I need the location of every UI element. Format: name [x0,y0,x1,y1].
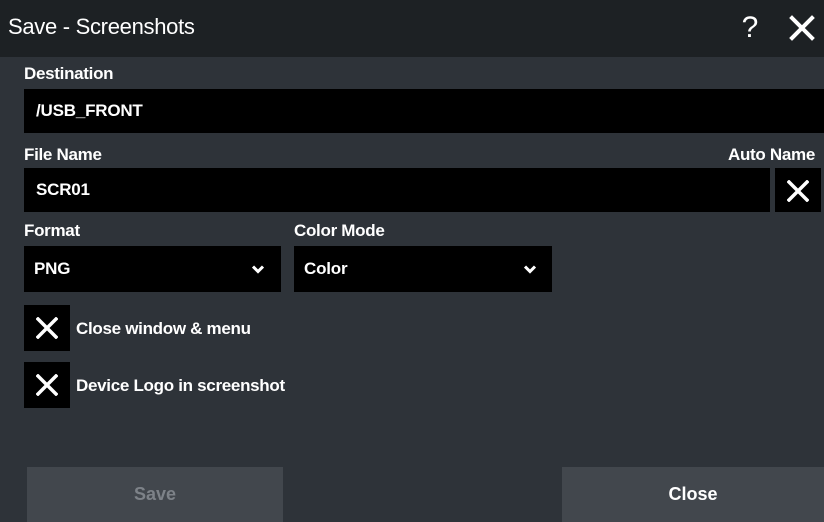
checkmark-x-icon [787,180,809,202]
auto-name-checkbox[interactable] [775,168,821,212]
color-mode-label: Color Mode [294,221,385,240]
format-selected-value: PNG [34,259,71,278]
close-dialog-button[interactable] [784,10,820,46]
save-button[interactable]: Save [27,467,283,522]
checkmark-x-icon [36,374,58,396]
close-window-checkbox[interactable] [24,305,70,351]
help-button[interactable]: ? [736,10,764,46]
format-label: Format [24,221,80,240]
close-window-label: Close window & menu [76,319,251,338]
chevron-down-icon [524,265,536,274]
color-mode-select[interactable]: Color [294,246,552,292]
close-icon [789,15,815,41]
format-select[interactable]: PNG [24,246,281,292]
chevron-down-icon [252,265,264,274]
checkmark-x-icon [36,317,58,339]
close-button[interactable]: Close [562,467,824,522]
destination-label: Destination [24,64,114,83]
device-logo-label: Device Logo in screenshot [76,376,285,395]
destination-field[interactable]: /USB_FRONT [24,89,824,133]
file-name-label: File Name [24,145,102,164]
device-logo-checkbox[interactable] [24,362,70,408]
file-name-field[interactable]: SCR01 [24,168,770,212]
color-mode-selected-value: Color [304,259,348,278]
dialog-titlebar: Save - Screenshots ? [0,0,824,57]
dialog-title: Save - Screenshots [8,14,195,39]
auto-name-label: Auto Name [728,145,816,164]
